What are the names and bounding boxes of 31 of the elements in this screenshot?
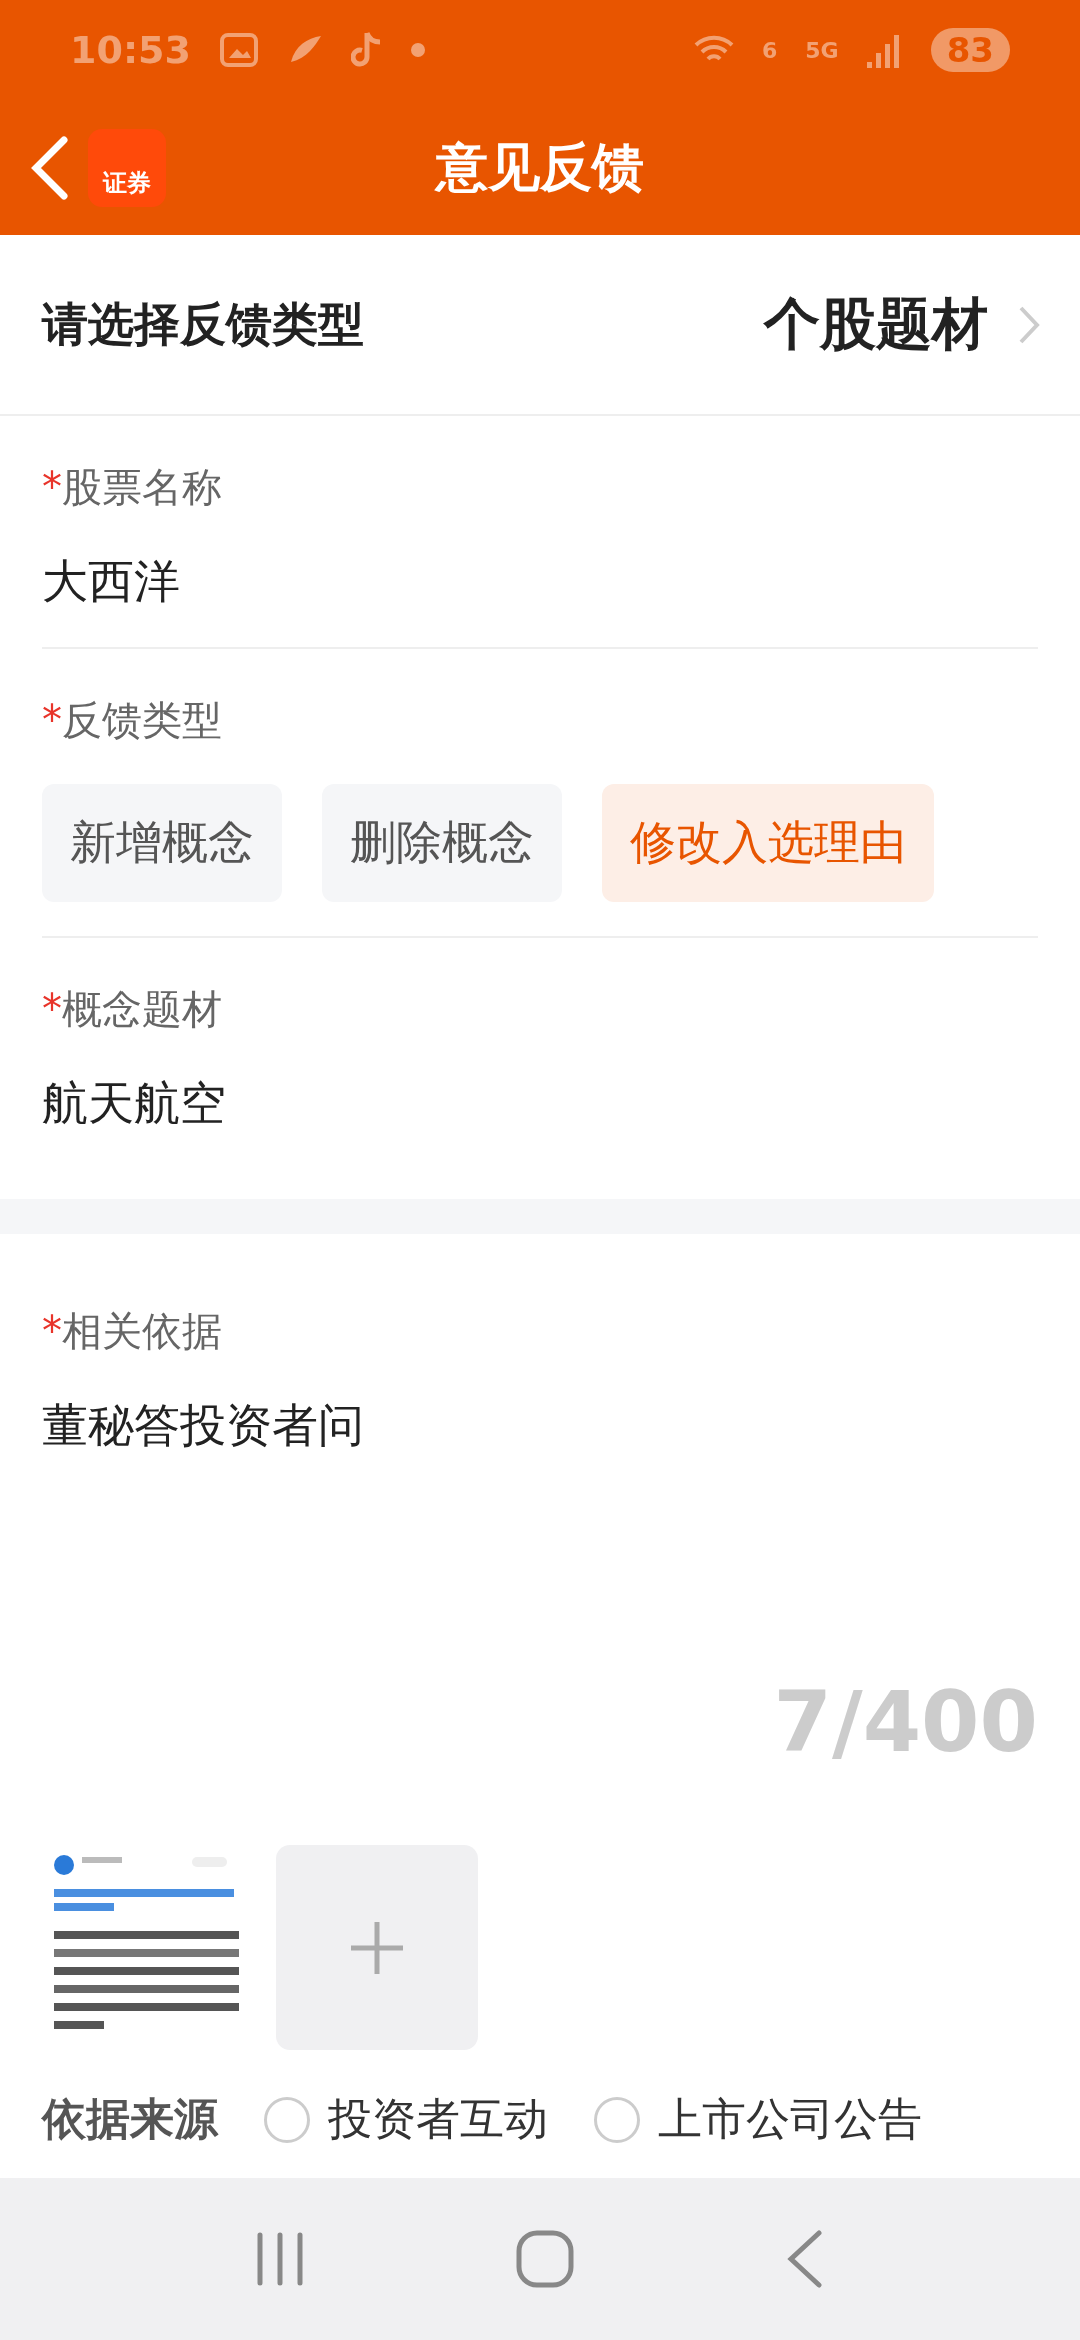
music-note-icon (350, 31, 383, 69)
field-value: 航天航空 (42, 1075, 227, 1132)
battery-level: 83 (930, 28, 1010, 72)
option-chip[interactable]: 新增概念 (42, 784, 282, 902)
field-label: *反馈类型 (42, 696, 223, 745)
radio-label: 投资者互动 (328, 2092, 548, 2146)
network-label: 5G (805, 37, 839, 63)
wifi-band-label: 6 (762, 37, 778, 63)
back-icon[interactable] (30, 135, 70, 200)
selector-label: 请选择反馈类型 (42, 295, 364, 353)
dot-icon (410, 43, 425, 57)
app-logo: 证券 (88, 128, 166, 207)
radio-button[interactable] (594, 2096, 640, 2143)
field-value: 大西洋 (42, 553, 181, 610)
recent-apps-icon[interactable] (255, 2232, 305, 2286)
back-icon[interactable] (785, 2229, 825, 2289)
selector-value: 个股题材 (764, 289, 988, 358)
clock-time: 10:53 (70, 28, 191, 72)
radio-button[interactable] (264, 2096, 310, 2143)
feedback-type-selector[interactable]: 请选择反馈类型 个股题材 (0, 235, 1080, 416)
source-label: 依据来源 (42, 2092, 218, 2146)
home-icon[interactable] (515, 2229, 575, 2289)
radio-label: 上市公司公告 (658, 2092, 922, 2146)
chevron-right-icon (1018, 304, 1040, 345)
basis-text: 董秘答投资者问 (42, 1397, 365, 1454)
field-label: *概念题材 (42, 985, 223, 1034)
field-label: *相关依据 (42, 1307, 223, 1356)
field-label: *股票名称 (42, 463, 223, 512)
gallery-icon (218, 32, 259, 68)
option-chip[interactable]: 删除概念 (322, 784, 562, 902)
page-title: 意见反馈 (436, 135, 644, 199)
